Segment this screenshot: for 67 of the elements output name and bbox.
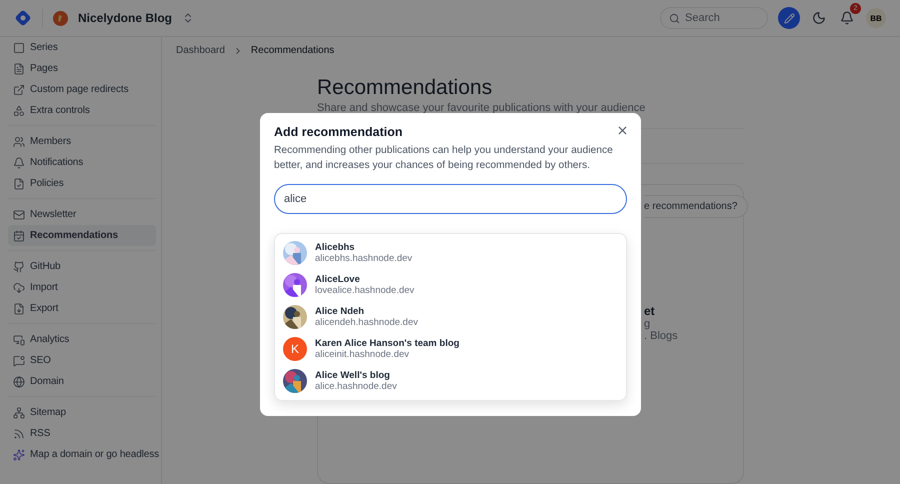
sidebar-icon — [13, 208, 25, 220]
page-subtitle: Share and showcase your favourite publications with your audience — [317, 102, 646, 114]
sidebar-item[interactable]: Series — [8, 37, 156, 58]
publication-url: alicebhs.hashnode.dev — [315, 253, 412, 264]
sidebar-icon — [13, 448, 25, 460]
sidebar-item[interactable]: Policies — [8, 173, 156, 194]
search-field[interactable]: Search — [660, 7, 768, 29]
bell-icon[interactable] — [838, 9, 856, 27]
breadcrumb-link[interactable]: Recommendations — [250, 45, 334, 56]
sidebar-item[interactable]: Domain — [8, 371, 156, 392]
sidebar-icon — [13, 334, 25, 346]
sidebar-item[interactable]: Export — [8, 298, 156, 319]
sidebar-icon — [13, 156, 25, 168]
blog-name: Nicelydone Blog — [78, 11, 172, 25]
publication-name[interactable]: Alice Ndeh — [315, 306, 418, 317]
user-avatar[interactable]: BB — [866, 8, 886, 28]
sidebar-item[interactable]: Import — [8, 277, 156, 298]
sidebar-icon — [13, 406, 25, 418]
sidebar-item[interactable]: Sitemap — [8, 402, 156, 423]
search-input[interactable]: alice — [274, 184, 627, 214]
sidebar-icon — [13, 376, 25, 388]
publication-name[interactable]: Karen Alice Hanson's team blog — [315, 338, 460, 349]
pencil-icon — [784, 12, 794, 24]
sidebar-icon — [13, 230, 25, 242]
sidebar-icon — [13, 104, 25, 116]
sidebar-icon — [13, 354, 25, 366]
sidebar-item[interactable]: Pages — [8, 58, 156, 79]
sidebar-icon — [13, 42, 25, 54]
publication-url: aliceinit.hashnode.dev — [315, 349, 410, 360]
sidebar-item[interactable]: SEO — [8, 350, 156, 371]
letter-avatar: K — [283, 337, 307, 361]
sidebar-item[interactable]: Members — [8, 131, 156, 152]
publication-url: lovealice.hashnode.dev — [315, 285, 414, 296]
sidebar-item[interactable]: Custom page redirects — [8, 79, 156, 100]
page-title: Recommendations — [317, 76, 494, 100]
sidebar-item[interactable]: Extra controls — [8, 100, 156, 121]
sidebar-item[interactable]: RSS — [8, 423, 156, 444]
sidebar-icon — [13, 302, 25, 314]
sidebar-icon — [13, 428, 25, 440]
publication-url: alicendeh.hashnode.dev — [315, 317, 418, 328]
blog-avatar-icon — [53, 10, 68, 26]
sidebar-item[interactable]: Analytics — [8, 329, 156, 350]
publication-url: alice.hashnode.dev — [315, 381, 397, 392]
empty-state-title: et — [644, 304, 655, 318]
sidebar-item[interactable]: Notifications — [8, 152, 156, 173]
publication-name[interactable]: Alicebhs — [315, 242, 412, 253]
sidebar-icon — [13, 282, 25, 294]
sidebar-icon — [13, 136, 25, 148]
publication-name[interactable]: AliceLove — [315, 274, 414, 285]
sidebar-item[interactable]: GitHub — [8, 256, 156, 277]
empty-state-text: g — [644, 318, 650, 330]
sidebar-icon — [13, 260, 25, 272]
empty-state-text: . Blogs — [644, 330, 678, 342]
breadcrumb-link[interactable]: Dashboard — [176, 45, 225, 56]
modal-description: Recommending other publications can help you understand your audience better, and increases your chances of being recommended by others. — [274, 144, 614, 173]
recommendations-button[interactable]: e recommendations? — [644, 195, 748, 218]
publication-name[interactable]: Alice Well's blog — [315, 370, 397, 381]
sidebar-icon — [13, 178, 25, 190]
sidebar-icon — [13, 84, 25, 96]
sidebar-item[interactable]: Newsletter — [8, 204, 156, 225]
moon-icon[interactable] — [810, 9, 828, 27]
close-icon[interactable] — [616, 124, 629, 137]
modal-title: Add recommendation — [274, 125, 402, 139]
sidebar-item[interactable]: Recommendations — [8, 225, 156, 246]
search-icon — [669, 12, 680, 24]
pencil-button[interactable] — [778, 7, 800, 29]
sidebar-icon — [13, 62, 25, 74]
